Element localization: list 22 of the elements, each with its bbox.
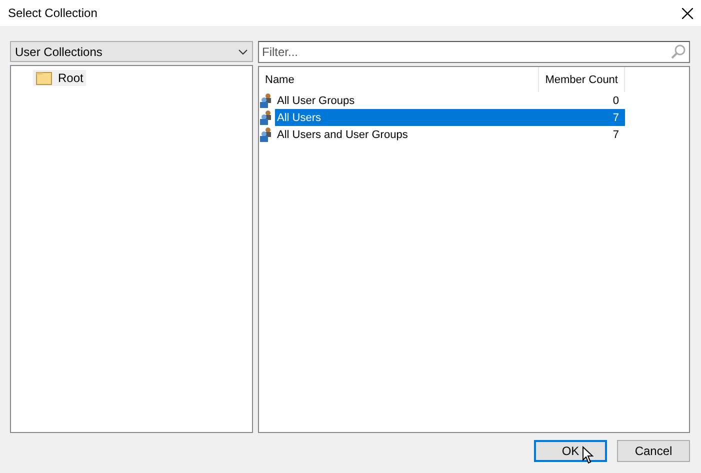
- count-cell: 7: [539, 109, 625, 126]
- name-cell[interactable]: All User Groups: [275, 92, 539, 109]
- tree-item[interactable]: Root: [33, 70, 86, 86]
- folder-icon: [36, 71, 52, 85]
- cursor-icon: [582, 446, 594, 464]
- window-title: Select Collection: [8, 6, 98, 20]
- count-cell-text: 7: [612, 128, 620, 142]
- column-header[interactable]: Member Count: [539, 67, 625, 92]
- name-cell[interactable]: All Users: [275, 109, 539, 126]
- users-icon: [259, 93, 273, 108]
- column-header[interactable]: Name: [259, 67, 539, 92]
- users-icon: [259, 110, 273, 125]
- cancel-button[interactable]: Cancel: [617, 440, 690, 462]
- collection-type-dropdown[interactable]: User Collections: [10, 41, 253, 62]
- name-cell[interactable]: All Users and User Groups: [275, 126, 539, 143]
- count-cell-text: 0: [612, 94, 620, 108]
- close-icon[interactable]: [682, 8, 693, 18]
- ok-button[interactable]: OK: [534, 440, 607, 462]
- users-icon: [259, 127, 273, 142]
- chevron-icon: [238, 48, 248, 54]
- filter-field[interactable]: Filter...: [258, 41, 690, 63]
- search-icon: [670, 44, 686, 60]
